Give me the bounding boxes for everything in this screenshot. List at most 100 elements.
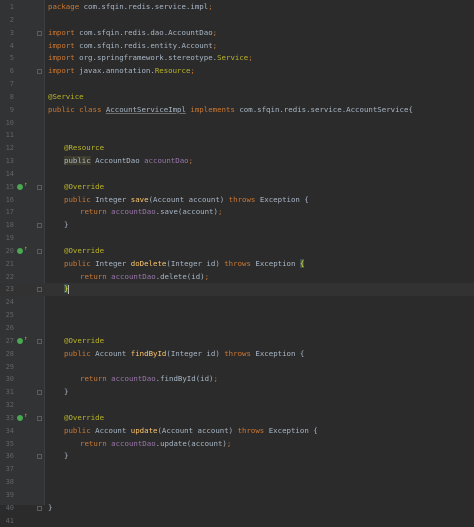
code-token: @Service xyxy=(48,91,84,101)
code-line[interactable]: 24 xyxy=(0,296,474,309)
code-line[interactable]: 20 ↑ @Override xyxy=(0,245,474,258)
implements-method-icon[interactable]: ↑ xyxy=(17,245,28,254)
fold-marker-icon[interactable] xyxy=(37,248,42,254)
code-text[interactable]: @Override xyxy=(64,335,104,348)
code-line[interactable]: 31} xyxy=(0,386,474,399)
line-number: 25 xyxy=(5,311,14,320)
implements-method-icon[interactable]: ↑ xyxy=(17,181,28,190)
code-line[interactable]: 13 public AccountDao accountDao; xyxy=(0,155,474,168)
code-line[interactable]: 22 return accountDao.delete(id); xyxy=(0,271,474,284)
code-token: ; xyxy=(217,207,223,217)
code-line[interactable]: 14 xyxy=(0,168,474,181)
code-line[interactable]: 7 xyxy=(0,78,474,91)
code-text[interactable]: } xyxy=(64,219,68,232)
fold-marker-icon[interactable] xyxy=(37,415,42,421)
code-line[interactable]: 38 xyxy=(0,476,474,489)
code-line[interactable]: 30 return accountDao.findById(id); xyxy=(0,373,474,386)
fold-marker-icon[interactable] xyxy=(37,30,42,36)
line-number: 10 xyxy=(5,118,14,127)
code-line[interactable]: 1 package com.sfqin.redis.service.impl; xyxy=(0,1,474,14)
code-line[interactable]: 23} xyxy=(0,283,474,297)
code-line[interactable]: 3 import com.sfqin.redis.dao.AccountDao; xyxy=(0,27,474,40)
code-line[interactable]: 19 xyxy=(0,232,474,245)
code-token: com.sfqin.redis.service.AccountService{ xyxy=(239,104,413,114)
code-line[interactable]: 9 public class AccountServiceImpl impleme… xyxy=(0,104,474,117)
fold-marker-icon[interactable] xyxy=(37,390,42,396)
code-line[interactable]: 11 xyxy=(0,129,474,142)
code-line[interactable]: 27 ↑ @Override xyxy=(0,335,474,348)
code-line[interactable]: 15 ↑ @Override xyxy=(0,181,474,194)
code-line[interactable]: 32 xyxy=(0,399,474,412)
code-text[interactable]: return accountDao.save(account); xyxy=(80,206,222,219)
code-text[interactable]: @Override xyxy=(64,181,104,194)
code-token: @Resource xyxy=(64,143,105,153)
code-text[interactable]: @Override xyxy=(64,245,104,258)
implements-method-icon[interactable]: ↑ xyxy=(17,335,28,344)
code-token: ; xyxy=(248,53,253,63)
code-text[interactable]: public Account update(Account account) t… xyxy=(64,425,318,438)
code-line[interactable]: 35 return accountDao.update(account); xyxy=(0,438,474,451)
fold-marker-icon[interactable] xyxy=(37,505,42,511)
code-line[interactable]: 10 xyxy=(0,117,474,130)
code-line[interactable]: 34 public Account update(Account account)… xyxy=(0,425,474,438)
code-token: } xyxy=(64,451,69,461)
line-number: 19 xyxy=(5,234,14,243)
code-text[interactable]: public Account findById(Integer id) thro… xyxy=(64,348,304,361)
fold-marker-icon[interactable] xyxy=(37,69,42,75)
code-line[interactable]: 29 xyxy=(0,361,474,374)
up-arrow-icon: ↑ xyxy=(24,244,28,252)
fold-marker-icon[interactable] xyxy=(37,454,42,460)
code-text[interactable]: public AccountDao accountDao; xyxy=(64,155,193,168)
code-line[interactable]: 21 public Integer doDelete(Integer id) th… xyxy=(0,258,474,271)
code-text[interactable]: import org.springframework.stereotype.Se… xyxy=(48,52,253,65)
code-token: .findById(id) xyxy=(155,374,214,384)
code-line[interactable]: 39 xyxy=(0,489,474,502)
code-text[interactable]: import com.sfqin.redis.dao.AccountDao; xyxy=(48,27,217,40)
code-text[interactable]: @Service xyxy=(48,91,84,104)
code-line[interactable]: 12 @Resource xyxy=(0,142,474,155)
code-token: org.springframework.stereotype. xyxy=(79,53,218,63)
method-dot-icon xyxy=(17,247,23,254)
code-line[interactable]: 16 public Integer save(Account account) t… xyxy=(0,194,474,207)
fold-marker-icon[interactable] xyxy=(37,338,42,344)
fold-marker-icon[interactable] xyxy=(37,184,42,190)
fold-marker-icon[interactable] xyxy=(37,287,42,293)
code-text[interactable]: public Integer save(Account account) thr… xyxy=(64,194,309,207)
code-line[interactable]: 17 return accountDao.save(account); xyxy=(0,206,474,219)
code-text[interactable]: @Resource xyxy=(64,142,104,155)
code-text[interactable]: } xyxy=(64,450,68,463)
code-editor[interactable]: 1 package com.sfqin.redis.service.impl; 2 3… xyxy=(0,0,474,525)
code-line[interactable]: 5 import org.springframework.stereotype.S… xyxy=(0,52,474,65)
code-line[interactable]: 25 xyxy=(0,309,474,322)
code-text[interactable]: } xyxy=(64,283,70,296)
line-number: 38 xyxy=(5,478,14,487)
code-line[interactable]: 8 @Service xyxy=(0,91,474,104)
fold-marker-icon[interactable] xyxy=(37,223,42,229)
code-token: return xyxy=(80,374,112,384)
code-text[interactable]: } xyxy=(48,502,52,515)
line-number: 4 xyxy=(9,41,14,50)
code-text[interactable]: import com.sfqin.redis.entity.Account; xyxy=(48,40,217,53)
code-line[interactable]: 41 xyxy=(0,515,474,527)
code-line[interactable]: 28 public Account findById(Integer id) th… xyxy=(0,348,474,361)
code-line[interactable]: 6 import javax.annotation.Resource; xyxy=(0,65,474,78)
code-line[interactable]: 40} xyxy=(0,502,474,515)
code-text[interactable]: package com.sfqin.redis.service.impl; xyxy=(48,1,213,14)
code-line[interactable]: 37 xyxy=(0,463,474,476)
code-text[interactable]: } xyxy=(64,386,68,399)
code-token: accountDao xyxy=(111,374,156,384)
code-text[interactable]: public Integer doDelete(Integer id) thro… xyxy=(64,258,305,271)
code-line[interactable]: 33 ↑ @Override xyxy=(0,412,474,425)
code-line[interactable]: 2 xyxy=(0,14,474,27)
code-line[interactable]: 18} xyxy=(0,219,474,232)
code-text[interactable]: return accountDao.delete(id); xyxy=(80,271,209,284)
code-text[interactable]: @Override xyxy=(64,412,104,425)
code-text[interactable]: public class AccountServiceImpl implemen… xyxy=(48,104,413,117)
code-text[interactable]: return accountDao.findById(id); xyxy=(80,373,218,386)
code-text[interactable]: import javax.annotation.Resource; xyxy=(48,65,195,78)
implements-method-icon[interactable]: ↑ xyxy=(17,412,28,421)
code-line[interactable]: 36} xyxy=(0,450,474,463)
code-text[interactable]: return accountDao.update(account); xyxy=(80,438,231,451)
code-line[interactable]: 4 import com.sfqin.redis.entity.Account; xyxy=(0,40,474,53)
code-line[interactable]: 26 xyxy=(0,322,474,335)
